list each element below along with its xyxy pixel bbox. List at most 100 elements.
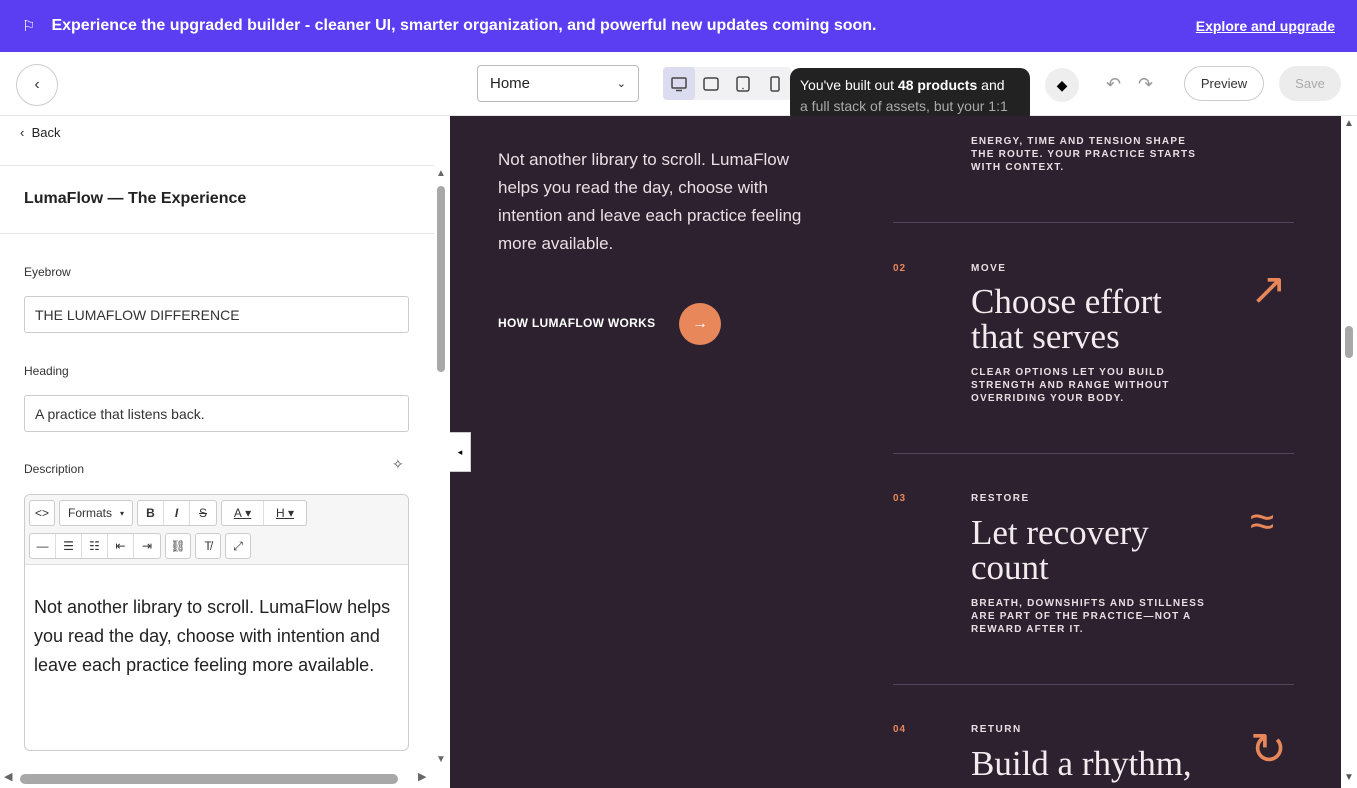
eyebrow-label: Eyebrow xyxy=(24,265,71,279)
chevron-left-icon: ‹ xyxy=(20,125,25,140)
block-group: — ☰ ☷ ⇤ ⇥ xyxy=(29,533,161,559)
code-view-button[interactable]: <> xyxy=(29,500,55,526)
strikethrough-icon[interactable]: S xyxy=(190,501,216,525)
expand-icon: ⤢ xyxy=(233,538,243,553)
step-1-description: ENERGY, TIME AND TENSION SHAPE THE ROUTE… xyxy=(971,136,1197,173)
step-3-label: RESTORE xyxy=(971,493,1030,504)
step-2-description: CLEAR OPTIONS LET YOU BUILD STRENGTH AND… xyxy=(971,367,1170,404)
divider xyxy=(0,233,434,234)
step-3-heading: Let recovery count xyxy=(971,513,1149,587)
step-2-number: 02 xyxy=(893,263,907,274)
save-button[interactable]: Save xyxy=(1279,66,1341,101)
banner-message: Experience the upgraded builder - cleane… xyxy=(51,17,877,34)
redo-icon[interactable]: ↷ xyxy=(1138,74,1153,95)
scroll-down-icon[interactable]: ▼ xyxy=(1344,772,1354,783)
highlight-color-icon[interactable]: H ▾ xyxy=(264,501,306,525)
italic-icon[interactable]: I xyxy=(164,501,190,525)
text-style-group: B I S xyxy=(137,500,217,526)
outdent-icon[interactable]: ⇤ xyxy=(108,534,134,558)
scroll-up-icon[interactable]: ▲ xyxy=(1344,118,1354,129)
mobile-view-button[interactable] xyxy=(759,67,791,100)
link-button[interactable]: ⛓ xyxy=(165,533,191,559)
panel-horizontal-scrollbar[interactable]: ◀ ▶ xyxy=(0,770,434,788)
bold-icon[interactable]: B xyxy=(138,501,164,525)
panel-vertical-scrollbar[interactable]: ▲ ▼ xyxy=(434,168,448,768)
back-label: Back xyxy=(31,125,61,140)
editor-toolbar: <> Formats ▾ B I S A ▾ H ▾ — ☰ ☷ ⇤ ⇥ ⛓ T… xyxy=(25,495,408,565)
description-label: Description xyxy=(24,462,85,476)
heading-input[interactable]: A practice that listens back. xyxy=(24,395,409,432)
numbered-list-icon[interactable]: ☷ xyxy=(82,534,108,558)
collapse-panel-button[interactable]: ◂ xyxy=(450,432,471,472)
step-divider xyxy=(893,684,1294,685)
back-link[interactable]: ‹ Back xyxy=(20,125,60,140)
eyebrow-input[interactable]: THE LUMAFLOW DIFFERENCE xyxy=(24,296,409,333)
step-2-label: MOVE xyxy=(971,263,1007,274)
clear-format-icon: T̸ xyxy=(204,539,212,553)
formats-dropdown[interactable]: Formats ▾ xyxy=(59,500,133,526)
undo-icon[interactable]: ↶ xyxy=(1106,74,1121,95)
preview-button[interactable]: Preview xyxy=(1184,66,1264,101)
step-4-heading: Build a rhythm, xyxy=(971,744,1192,783)
page-preview-canvas: Not another library to scroll. LumaFlow … xyxy=(450,116,1341,788)
explore-upgrade-link[interactable]: Explore and upgrade xyxy=(1196,18,1335,34)
page-select-value: Home xyxy=(490,75,531,92)
intro-text: Not another library to scroll. LumaFlow … xyxy=(498,150,802,253)
upgrade-banner: ⚐ Experience the upgraded builder - clea… xyxy=(0,0,1357,52)
tooltip-line-1: You've built out 48 products and xyxy=(800,75,1020,96)
clear-format-button[interactable]: T̸ xyxy=(195,533,221,559)
step-4-number: 04 xyxy=(893,724,907,735)
chevron-left-icon: ‹ xyxy=(34,76,40,93)
mobile-icon xyxy=(770,75,780,92)
laptop-view-button[interactable] xyxy=(695,67,727,100)
refresh-icon: ↻ xyxy=(1250,725,1287,774)
step-divider xyxy=(893,222,1294,223)
indent-icon[interactable]: ⇥ xyxy=(134,534,160,558)
scroll-down-icon[interactable]: ▼ xyxy=(436,754,446,765)
divider xyxy=(0,165,434,166)
desktop-view-button[interactable] xyxy=(663,67,695,100)
arrow-right-icon: → xyxy=(692,315,708,332)
step-3-number: 03 xyxy=(893,493,907,504)
flag-icon: ⚐ xyxy=(22,18,36,35)
caret-down-icon: ▾ xyxy=(119,508,124,518)
editor-content[interactable]: Not another library to scroll. LumaFlow … xyxy=(25,565,408,708)
tooltip-line-2: a full stack of assets, but your 1:1 xyxy=(800,98,1008,114)
horizontal-rule-icon[interactable]: — xyxy=(30,534,56,558)
step-3-description: BREATH, DOWNSHIFTS AND STILLNESS ARE PAR… xyxy=(971,598,1205,635)
step-divider xyxy=(893,453,1294,454)
caret-left-icon: ◂ xyxy=(457,446,463,457)
device-switcher xyxy=(663,67,791,100)
settings-panel: ‹ Back LumaFlow — The Experience Eyebrow… xyxy=(0,116,450,788)
back-circle-button[interactable]: ‹ xyxy=(16,64,58,106)
scrollbar-thumb[interactable] xyxy=(1345,326,1353,358)
rich-text-editor: <> Formats ▾ B I S A ▾ H ▾ — ☰ ☷ ⇤ ⇥ ⛓ T… xyxy=(24,494,409,751)
step-4-label: RETURN xyxy=(971,724,1022,735)
ai-assistant-button[interactable]: ◆ xyxy=(1045,68,1079,102)
canvas-vertical-scrollbar[interactable]: ▲ ▼ xyxy=(1341,116,1357,788)
formats-label: Formats xyxy=(67,506,112,520)
scrollbar-thumb[interactable] xyxy=(437,186,445,372)
laptop-icon xyxy=(703,76,719,91)
text-color-icon[interactable]: A ▾ xyxy=(222,501,264,525)
top-toolbar: ‹ Home ⌄ You've built out 48 products an… xyxy=(0,52,1357,124)
how-it-works-link[interactable]: HOW LUMAFLOW WORKS xyxy=(498,316,655,330)
scrollbar-thumb[interactable] xyxy=(20,774,398,784)
chevron-down-icon: ⌄ xyxy=(616,78,626,90)
scroll-up-icon[interactable]: ▲ xyxy=(436,168,446,179)
heading-label: Heading xyxy=(24,364,69,378)
tablet-icon xyxy=(736,75,750,92)
step-2-heading: Choose effort that serves xyxy=(971,282,1162,356)
fullscreen-button[interactable]: ⤢ xyxy=(225,533,251,559)
page-select[interactable]: Home ⌄ xyxy=(477,65,639,102)
wave-icon: ≈ xyxy=(1250,497,1275,546)
scroll-right-icon[interactable]: ▶ xyxy=(418,770,426,783)
section-title: LumaFlow — The Experience xyxy=(24,190,247,207)
arrow-right-button[interactable]: → xyxy=(679,303,721,345)
bullet-list-icon[interactable]: ☰ xyxy=(56,534,82,558)
diamond-icon: ◆ xyxy=(1056,76,1068,93)
scroll-left-icon[interactable]: ◀ xyxy=(4,770,12,783)
tablet-view-button[interactable] xyxy=(727,67,759,100)
arrow-up-right-icon: ↗ xyxy=(1250,265,1287,314)
magic-wand-icon[interactable]: ✧ xyxy=(392,456,404,473)
